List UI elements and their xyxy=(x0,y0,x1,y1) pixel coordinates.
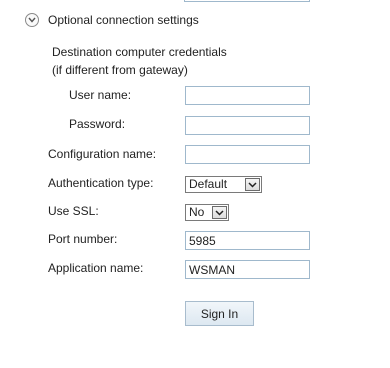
port-number-label: Port number: xyxy=(48,232,118,246)
previous-field-bottom-edge xyxy=(184,0,310,2)
password-label: Password: xyxy=(69,117,126,131)
configuration-name-label: Configuration name: xyxy=(48,147,157,161)
optional-settings-label: Optional connection settings xyxy=(48,13,199,27)
destination-credentials-note: (if different from gateway) xyxy=(52,63,188,77)
sign-in-button[interactable]: Sign In xyxy=(185,301,254,326)
authentication-type-select[interactable]: Default xyxy=(185,176,262,193)
application-name-label: Application name: xyxy=(48,261,144,275)
application-name-field[interactable]: WSMAN xyxy=(185,260,310,279)
username-label: User name: xyxy=(69,88,132,102)
authentication-type-value: Default xyxy=(189,177,228,191)
chevron-down-icon[interactable] xyxy=(25,13,39,27)
use-ssl-value: No xyxy=(189,205,205,219)
optional-settings-toggle[interactable]: Optional connection settings xyxy=(25,13,199,27)
use-ssl-label: Use SSL: xyxy=(48,204,99,218)
password-field[interactable] xyxy=(185,116,310,135)
authentication-type-label: Authentication type: xyxy=(48,176,154,190)
dropdown-arrow-icon[interactable] xyxy=(245,178,260,191)
username-field[interactable] xyxy=(185,86,310,105)
use-ssl-select[interactable]: No xyxy=(185,204,229,221)
configuration-name-field[interactable] xyxy=(185,145,310,164)
dropdown-arrow-icon[interactable] xyxy=(212,206,227,219)
port-number-field[interactable]: 5985 xyxy=(185,231,310,250)
destination-credentials-heading: Destination computer credentials xyxy=(52,45,227,59)
